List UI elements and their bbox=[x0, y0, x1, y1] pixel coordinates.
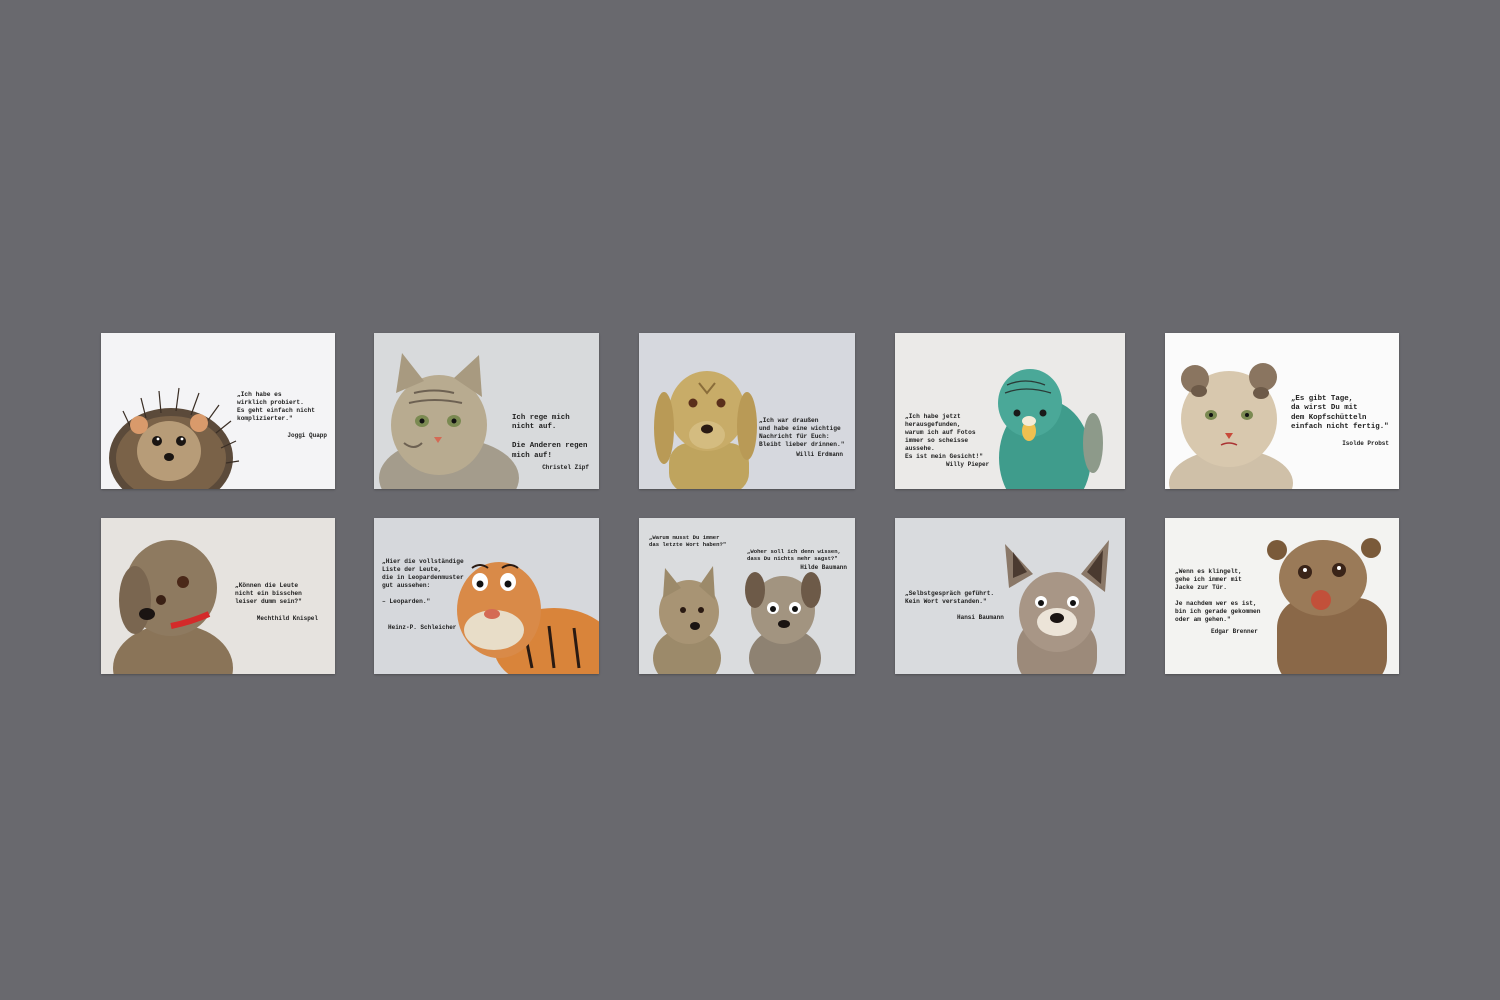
card-author: Heinz-P. Schleicher bbox=[388, 624, 457, 631]
card-10: „Wenn es klingelt, gehe ich immer mit Ja… bbox=[1165, 518, 1399, 674]
card-quote: „Können die Leute nicht ein bisschen lei… bbox=[235, 582, 302, 605]
card-5: „Es gibt Tage, da wirst Du mit dem Kopfs… bbox=[1165, 333, 1399, 489]
card-quote: „Warum musst Du immer das letzte Wort ha… bbox=[649, 534, 727, 548]
card-author: Hilde Baumann bbox=[800, 564, 847, 571]
card-9: „Selbstgespräch geführt. Kein Wort verst… bbox=[895, 518, 1125, 674]
card-author: Edgar Brenner bbox=[1211, 628, 1258, 635]
card-quote: „Hier die vollständige Liste der Leute, … bbox=[382, 558, 464, 605]
budgie-plush-image bbox=[998, 369, 1103, 489]
card-author: Isolde Probst bbox=[1342, 440, 1389, 447]
card-8: „Warum musst Du immer das letzte Wort ha… bbox=[639, 518, 855, 674]
card-author: Willy Pieper bbox=[946, 461, 990, 468]
card-1: „Ich habe es wirklich probiert. Es geht … bbox=[101, 333, 335, 489]
card-7: „Hier die vollständige Liste der Leute, … bbox=[374, 518, 599, 674]
card-author: Willi Erdmann bbox=[796, 451, 843, 458]
card-quote: „Selbstgespräch geführt. Kein Wort verst… bbox=[905, 590, 995, 605]
card-quote: Ich rege mich nicht auf. Die Anderen reg… bbox=[512, 414, 588, 460]
card-author: Joggi Quapp bbox=[287, 432, 327, 439]
dog-plush-image bbox=[654, 371, 757, 489]
card-quote: „Ich habe jetzt herausgefunden, warum ic… bbox=[905, 413, 983, 460]
card-author: Christel Zipf bbox=[542, 464, 589, 471]
card-quote: „Wenn es klingelt, gehe ich immer mit Ja… bbox=[1175, 568, 1261, 623]
card-4: „Ich habe jetzt herausgefunden, warum ic… bbox=[895, 333, 1125, 489]
card-quote: „Ich habe es wirklich probiert. Es geht … bbox=[237, 391, 315, 422]
card-quote-reply: „Woher soll ich denn wissen, dass Du nic… bbox=[747, 548, 841, 562]
card-author: Mechthild Knispel bbox=[256, 615, 318, 622]
card-author: Hansi Baumann bbox=[957, 614, 1004, 621]
card-quote: „Ich war draußen und habe eine wichtige … bbox=[759, 417, 845, 448]
card-quote: „Es gibt Tage, da wirst Du mit dem Kopfs… bbox=[1291, 395, 1389, 432]
card-2: Ich rege mich nicht auf. Die Anderen reg… bbox=[374, 333, 599, 489]
card-3: „Ich war draußen und habe eine wichtige … bbox=[639, 333, 855, 489]
card-6: „Können die Leute nicht ein bisschen lei… bbox=[101, 518, 335, 674]
